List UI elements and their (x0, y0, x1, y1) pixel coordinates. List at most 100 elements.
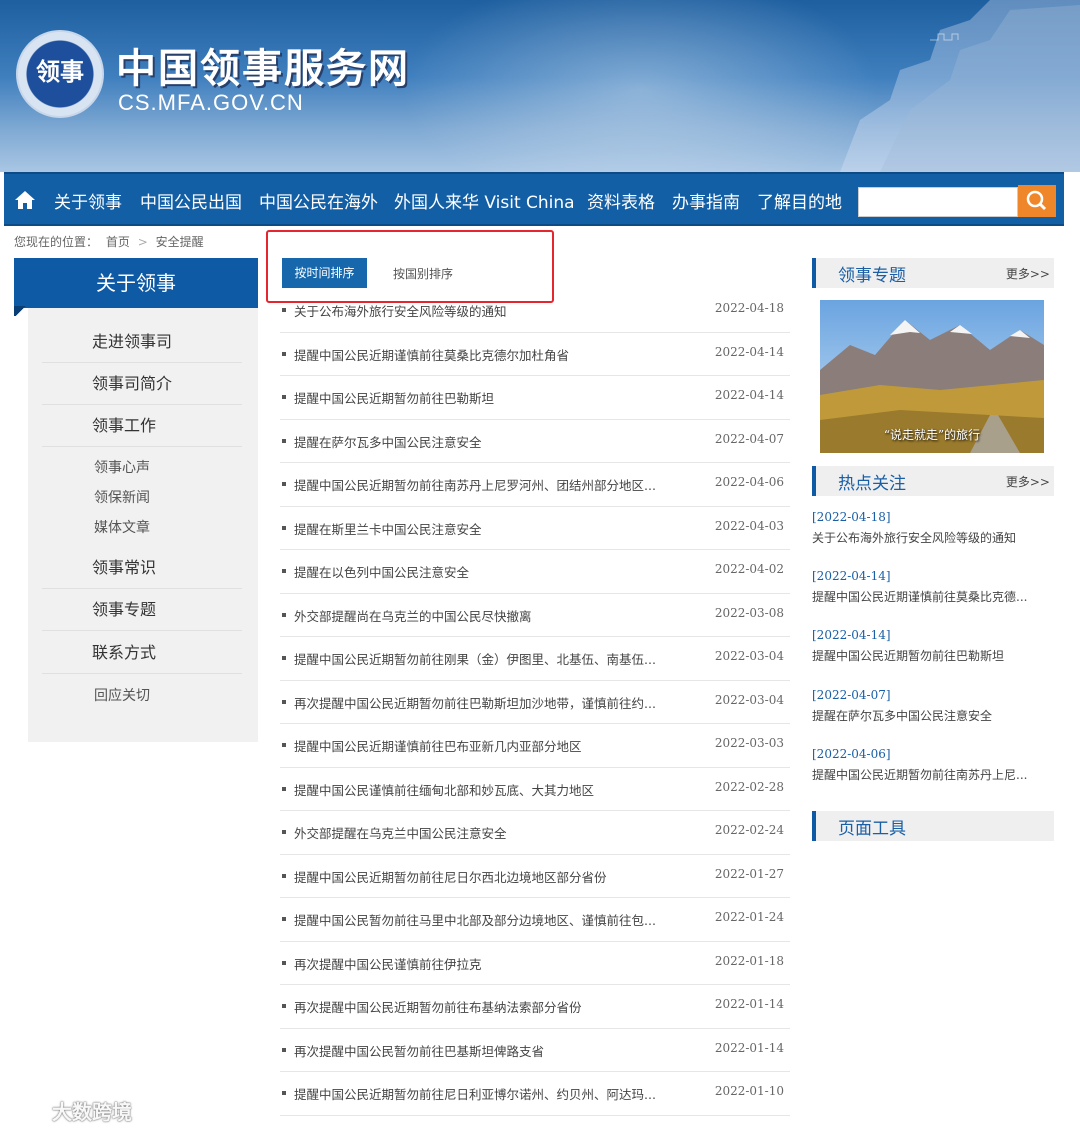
breadcrumb-current[interactable]: 安全提醒 (156, 235, 204, 249)
news-date: 2022-04-18 (714, 301, 784, 315)
nav-item-visit-china[interactable]: 外国人来华 Visit China (394, 188, 575, 213)
search-input[interactable] (858, 187, 1018, 217)
sidebar-subitem-voices[interactable]: 领事心声 (42, 453, 242, 483)
sidebar-item-contact[interactable]: 联系方式 (42, 632, 242, 674)
news-list-row[interactable]: 提醒在以色列中国公民注意安全 2022-04-02 (280, 550, 790, 594)
news-list-row[interactable]: 提醒中国公民近期暂勿前往尼日利亚博尔诺州、约贝州、阿达玛... 2022-01-1… (280, 1072, 790, 1116)
bullet-icon (282, 438, 286, 443)
news-list-row[interactable]: 外交部提醒尚在乌克兰的中国公民尽快撤离 2022-03-08 (280, 594, 790, 637)
nav-item-about-consular[interactable]: 关于领事 (54, 188, 122, 213)
hot-item-title[interactable]: 提醒中国公民近期暂勿前往南苏丹上尼... (812, 766, 1052, 783)
bullet-icon (282, 699, 286, 704)
news-list-row[interactable]: 外交部提醒在乌克兰中国公民注意安全 2022-02-24 (280, 811, 790, 855)
news-list-row[interactable]: 提醒中国公民近期暂勿前往尼日尔西北边境地区部分省份 2022-01-27 (280, 855, 790, 898)
breadcrumb-home-link[interactable]: 首页 (106, 235, 130, 249)
hot-topics-more-link[interactable]: 更多>> (1006, 473, 1050, 490)
news-list-row[interactable]: 提醒中国公民近期暂勿前往南苏丹上尼罗河州、团结州部分地区... 2022-04-0… (280, 463, 790, 507)
bullet-icon (282, 786, 286, 791)
news-title-link[interactable]: 提醒中国公民近期谨慎前往巴布亚新几内亚部分地区 (294, 736, 674, 755)
news-title-link[interactable]: 再次提醒中国公民谨慎前往伊拉克 (294, 954, 674, 973)
hot-item-date: [2022-04-18] (812, 510, 891, 524)
sidebar-subitem-responses[interactable]: 回应关切 (42, 681, 242, 711)
news-title-link[interactable]: 提醒中国公民近期暂勿前往尼日尔西北边境地区部分省份 (294, 867, 674, 886)
news-list-row[interactable]: 提醒在斯里兰卡中国公民注意安全 2022-04-03 (280, 507, 790, 550)
sidebar-subitem-protection-news[interactable]: 领保新闻 (42, 483, 242, 513)
nav-item-destinations[interactable]: 了解目的地 (757, 188, 842, 213)
bullet-icon (282, 395, 286, 399)
home-icon[interactable] (12, 187, 38, 213)
news-title-link[interactable]: 再次提醒中国公民近期暂勿前往布基纳法索部分省份 (294, 997, 674, 1016)
news-date: 2022-01-27 (714, 866, 784, 881)
site-title[interactable]: 中国领事服务网 (116, 36, 410, 94)
news-list-row[interactable]: 提醒中国公民谨慎前往缅甸北部和妙瓦底、大其力地区 2022-02-28 (280, 768, 790, 811)
news-title-link[interactable]: 提醒中国公民近期暂勿前往刚果（金）伊图里、北基伍、南基伍... (294, 649, 674, 668)
hot-item-title[interactable]: 提醒在萨尔瓦多中国公民注意安全 (812, 707, 1052, 724)
news-date: 2022-03-03 (714, 736, 784, 750)
news-title-link[interactable]: 提醒在以色列中国公民注意安全 (294, 562, 674, 581)
hot-item-title[interactable]: 提醒中国公民近期暂勿前往巴勒斯坦 (812, 647, 1052, 664)
sidebar-item-topics[interactable]: 领事专题 (42, 589, 242, 631)
hot-item-title[interactable]: 提醒中国公民近期谨慎前往莫桑比克德... (812, 588, 1052, 605)
hot-item-title[interactable]: 关于公布海外旅行安全风险等级的通知 (812, 529, 1052, 546)
sidebar-subitem-media[interactable]: 媒体文章 (42, 513, 242, 543)
news-title-link[interactable]: 提醒在萨尔瓦多中国公民注意安全 (294, 432, 674, 451)
news-title-link[interactable]: 外交部提醒尚在乌克兰的中国公民尽快撤离 (294, 606, 674, 625)
news-title-link[interactable]: 外交部提醒在乌克兰中国公民注意安全 (294, 823, 674, 842)
hot-item-date: [2022-04-07] (812, 688, 891, 702)
news-title-link[interactable]: 提醒中国公民谨慎前往缅甸北部和妙瓦底、大其力地区 (294, 780, 674, 799)
news-title-link[interactable]: 提醒中国公民近期暂勿前往尼日利亚博尔诺州、约贝州、阿达玛... (294, 1084, 674, 1103)
nav-item-guide[interactable]: 办事指南 (672, 188, 740, 213)
hot-item[interactable]: [2022-04-07] 提醒在萨尔瓦多中国公民注意安全 (812, 688, 1052, 724)
news-date: 2022-04-02 (714, 562, 784, 576)
news-date: 2022-02-28 (714, 779, 784, 794)
main-nav: 关于领事 中国公民出国 中国公民在海外 外国人来华 Visit China 资料… (4, 172, 1064, 226)
news-date: 2022-03-08 (714, 605, 784, 620)
news-title-link[interactable]: 提醒在斯里兰卡中国公民注意安全 (294, 519, 674, 538)
hot-item[interactable]: [2022-04-18] 关于公布海外旅行安全风险等级的通知 (812, 510, 1052, 546)
hot-item[interactable]: [2022-04-06] 提醒中国公民近期暂勿前往南苏丹上尼... (812, 747, 1052, 783)
sidebar-item-common-knowledge[interactable]: 领事常识 (42, 547, 242, 589)
news-list-row[interactable]: 再次提醒中国公民暂勿前往巴基斯坦俾路支省 2022-01-14 (280, 1029, 790, 1072)
bullet-icon (282, 525, 286, 530)
hot-item-date: [2022-04-14] (812, 569, 891, 583)
nav-item-forms[interactable]: 资料表格 (587, 188, 655, 213)
news-date: 2022-03-04 (714, 649, 784, 663)
bullet-icon (282, 656, 286, 660)
news-title-link[interactable]: 提醒中国公民暂勿前往马里中北部及部分边境地区、谨慎前往包... (294, 910, 674, 929)
news-title-link[interactable]: 关于公布海外旅行安全风险等级的通知 (294, 301, 674, 320)
nav-item-citizens-overseas[interactable]: 中国公民在海外 (259, 188, 378, 213)
watermark-logo-icon (12, 1099, 46, 1120)
news-list-row[interactable]: 提醒中国公民近期暂勿前往巴勒斯坦 2022-04-14 (280, 376, 790, 420)
news-list-row[interactable]: 提醒中国公民暂勿前往马里中北部及部分边境地区、谨慎前往包... 2022-01-2… (280, 898, 790, 942)
breadcrumb-prefix: 您现在的位置： (14, 235, 99, 249)
news-date: 2022-04-06 (714, 475, 784, 489)
search-button[interactable] (1018, 185, 1056, 217)
hot-item[interactable]: [2022-04-14] 提醒中国公民近期谨慎前往莫桑比克德... (812, 569, 1052, 605)
watermark-text: 大数跨境 (52, 1100, 132, 1124)
news-title-link[interactable]: 再次提醒中国公民暂勿前往巴基斯坦俾路支省 (294, 1041, 674, 1060)
news-list-row[interactable]: 提醒中国公民近期谨慎前往巴布亚新几内亚部分地区 2022-03-03 (280, 724, 790, 768)
news-title-link[interactable]: 提醒中国公民近期谨慎前往莫桑比克德尔加杜角省 (294, 345, 674, 364)
news-date: 2022-01-10 (714, 1084, 784, 1098)
special-topics-more-link[interactable]: 更多>> (1006, 265, 1050, 282)
sidebar-item-consular-work[interactable]: 领事工作 (42, 405, 242, 447)
hot-item[interactable]: [2022-04-14] 提醒中国公民近期暂勿前往巴勒斯坦 (812, 628, 1052, 664)
news-date: 2022-04-14 (714, 344, 784, 359)
news-list-row[interactable]: 再次提醒中国公民近期暂勿前往布基纳法索部分省份 2022-01-14 (280, 985, 790, 1029)
promo-banner[interactable]: “说走就走”的旅行 (820, 300, 1044, 453)
news-title-link[interactable]: 再次提醒中国公民近期暂勿前往巴勒斯坦加沙地带，谨慎前往约... (294, 693, 674, 712)
sidebar-item-dept-intro[interactable]: 领事司简介 (42, 363, 242, 405)
news-list-row[interactable]: 提醒在萨尔瓦多中国公民注意安全 2022-04-07 (280, 420, 790, 463)
nav-item-citizens-abroad[interactable]: 中国公民出国 (140, 188, 242, 213)
sidebar-title[interactable]: 关于领事 (14, 258, 258, 308)
news-list-row[interactable]: 提醒中国公民近期谨慎前往莫桑比克德尔加杜角省 2022-04-14 (280, 333, 790, 376)
news-list-row[interactable]: 再次提醒中国公民近期暂勿前往巴勒斯坦加沙地带，谨慎前往约... 2022-03-0… (280, 681, 790, 724)
news-date: 2022-01-14 (714, 997, 784, 1011)
hot-topics-title: 热点关注 (838, 474, 906, 494)
sidebar-item-enter-dept[interactable]: 走进领事司 (42, 321, 242, 363)
news-list-row[interactable]: 提醒中国公民近期暂勿前往刚果（金）伊图里、北基伍、南基伍... 2022-03-0… (280, 637, 790, 681)
news-list-row[interactable]: 再次提醒中国公民谨慎前往伊拉克 2022-01-18 (280, 942, 790, 985)
news-title-link[interactable]: 提醒中国公民近期暂勿前往南苏丹上尼罗河州、团结州部分地区... (294, 475, 674, 494)
news-title-link[interactable]: 提醒中国公民近期暂勿前往巴勒斯坦 (294, 388, 674, 407)
page-tools-title: 页面工具 (838, 819, 906, 839)
